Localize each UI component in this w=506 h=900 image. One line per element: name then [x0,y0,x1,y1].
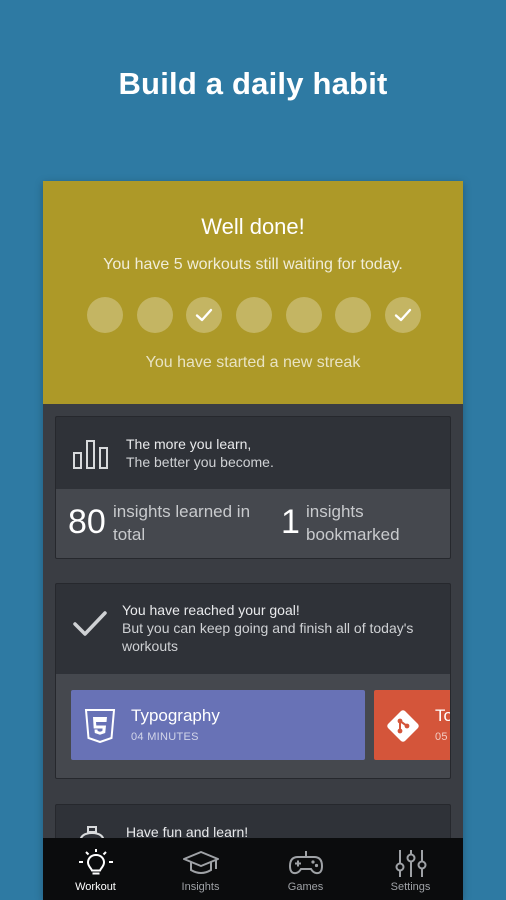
git-icon [387,709,419,743]
day-dot-pending [285,297,322,333]
insights-learned-label-line2: total [113,525,146,544]
lesson-name: Typography [131,706,220,725]
day-dot-pending [87,297,123,333]
day-dot-pending [335,297,372,333]
lesson-duration: 04 MINUTES [131,731,199,743]
goal-card: You have reached your goal! But you can … [55,583,451,779]
goal-card-line2: But you can keep going and finish all of… [122,620,414,636]
app-screen: Well done! You have 5 workouts still wai… [43,181,463,900]
css3-icon [84,709,116,744]
day-dot-complete [186,297,223,333]
insights-bookmarked-label-line1: insights [306,502,364,521]
goal-card-text: You have reached your goal! But you can … [122,601,442,655]
insights-learned-count: 80 [68,503,106,541]
sliders-icon [395,850,426,877]
day-dot-complete [385,297,422,333]
checkmark-icon [394,308,412,322]
stats-row: 80 insights learned in total 1 insights … [56,489,450,558]
nav-settings-label: Settings [390,881,431,893]
nav-insights[interactable]: Insights [148,838,253,900]
nav-games-label: Games [287,881,324,893]
goal-card-line1: You have reached your goal! [122,602,300,618]
nav-insights-label: Insights [181,881,220,893]
insights-learned-label: insights learned in total [113,500,250,546]
learn-card-line1: The more you learn, [126,436,252,452]
lightbulb-icon [78,849,113,875]
insights-learned-label-line1: insights learned in [113,502,251,521]
insights-bookmarked-label-line2: bookmarked [306,525,400,544]
banner-subtitle: You have 5 workouts still waiting for to… [103,256,403,273]
lesson-name: To [435,706,450,725]
nav-workout-label: Workout [75,881,116,893]
headline: Build a daily habit [118,66,388,101]
gamepad-icon [288,851,323,875]
streak-text: You have started a new streak [145,354,361,371]
learn-card-text: The more you learn, The better you becom… [126,435,274,471]
goal-card-line3: workouts [122,638,179,654]
checkmark-icon [196,308,213,322]
day-dot-pending [136,297,173,333]
bar-chart-icon [73,439,109,474]
week-progress [87,297,435,333]
daily-progress-banner: Well done! You have 5 workouts still wai… [43,181,463,404]
checkmark-icon [73,610,107,643]
lesson-card-git[interactable]: To 05 [374,690,450,760]
insights-bookmarked-label: insights bookmarked [306,500,400,546]
insights-bookmarked-count: 1 [281,503,300,541]
lesson-carousel[interactable]: Typography 04 MINUTES To 05 [56,674,450,778]
banner-title: Well done! [201,214,305,239]
nav-settings[interactable]: Settings [358,838,463,900]
nav-games[interactable]: Games [253,838,358,900]
nav-workout[interactable]: Workout [43,838,148,900]
learn-stats-card: The more you learn, The better you becom… [55,416,451,559]
day-dot-pending [236,297,273,333]
bottom-navigation: Workout Insights Games Settings [43,838,463,900]
learn-card-line2: The better you become. [126,454,274,470]
lesson-card-typography[interactable]: Typography 04 MINUTES [71,690,365,760]
graduation-cap-icon [182,851,219,874]
lesson-duration: 05 [435,731,448,743]
